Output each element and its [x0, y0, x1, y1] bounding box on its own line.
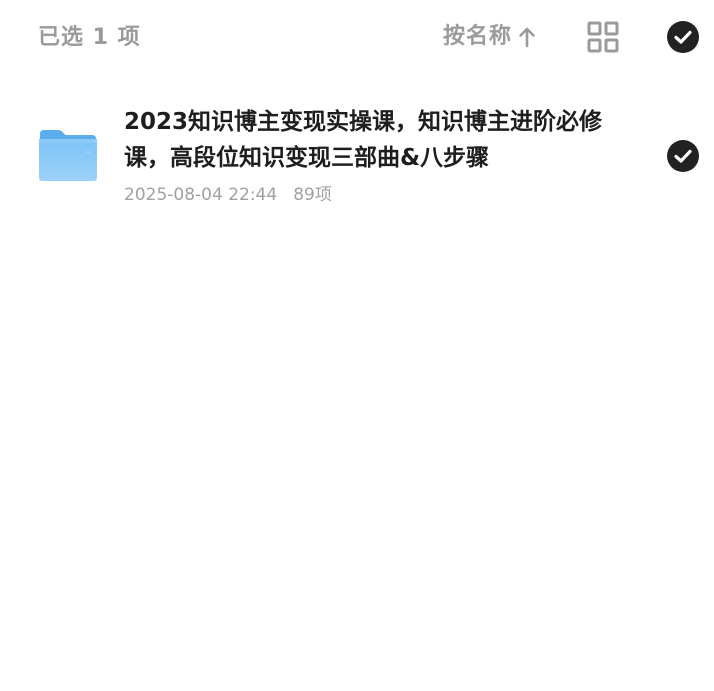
file-name: 2023知识博主变现实操课，知识博主进阶必修课，高段位知识变现三部曲&八步骤	[124, 109, 603, 171]
sort-label: 按名称	[443, 24, 513, 49]
row-check-icon[interactable]	[667, 140, 699, 172]
sort-by-name-button[interactable]: 按名称	[443, 22, 536, 52]
selection-header: 已选 1 项 按名称	[0, 0, 714, 76]
file-selection-screen: 已选 1 项 按名称 2023知识博主变现实操课，知识博主进阶必修课，高段位知识…	[0, 0, 714, 691]
file-date: 2025-08-04 22:44	[124, 185, 278, 205]
grid-view-icon[interactable]	[587, 21, 619, 53]
list-item[interactable]: 2023知识博主变现实操课，知识博主进阶必修课，高段位知识变现三部曲&八步骤 2…	[0, 96, 714, 218]
selected-count-label: 已选 1 项	[38, 25, 141, 50]
file-item-count: 89项	[293, 185, 332, 205]
arrow-up-icon	[519, 27, 535, 48]
file-meta: 2025-08-04 22:44 89项	[124, 184, 332, 206]
folder-icon	[39, 130, 97, 181]
select-all-check-icon[interactable]	[667, 21, 699, 53]
